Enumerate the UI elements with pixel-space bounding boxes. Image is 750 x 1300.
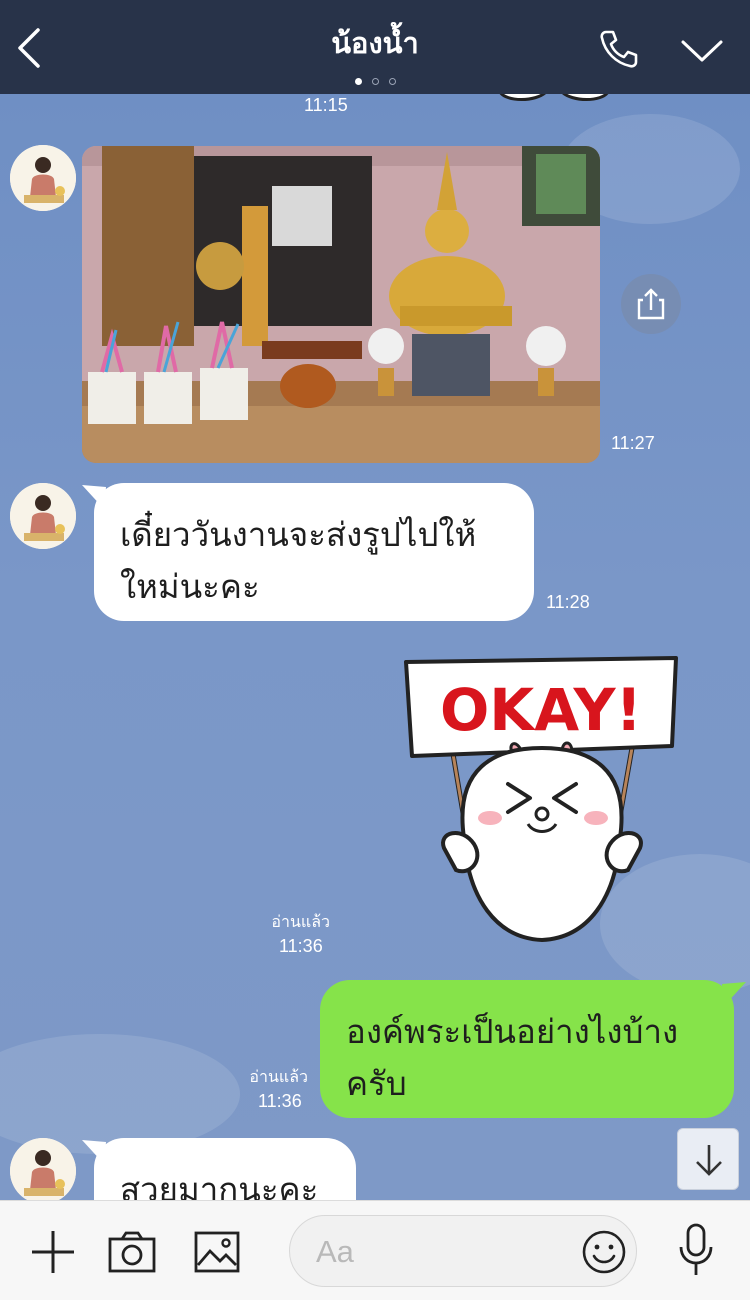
bubble-tail (722, 982, 746, 1006)
incoming-message[interactable]: เดี๋ยววันงานจะส่งรูปไปให้ ใหม่นะคะ (94, 483, 534, 621)
message-line: ใหม่นะคะ (120, 567, 260, 606)
message-line: ครับ (346, 1064, 407, 1103)
message-time: 11:36 (258, 1091, 302, 1111)
avatar-image (10, 145, 76, 211)
message-line: สวยมากนะคะ (120, 1170, 319, 1200)
emoji-icon[interactable] (580, 1228, 628, 1276)
share-button[interactable] (621, 274, 681, 334)
outgoing-message[interactable]: องค์พระเป็นอย่างไงบ้าง ครับ (320, 980, 734, 1118)
message-time: 11:27 (611, 433, 655, 453)
incoming-message[interactable]: สวยมากนะคะ (94, 1138, 356, 1200)
chat-area[interactable]: 11:15 11:27 เดี๋ยววันงานจะส่งรูปไปให้ ให… (0, 94, 750, 1200)
contact-avatar[interactable] (10, 1138, 76, 1200)
contact-avatar[interactable] (10, 145, 76, 211)
image-icon[interactable] (194, 1231, 240, 1273)
avatar-image (10, 483, 76, 549)
message-line: เดี๋ยววันงานจะส่งรูปไปให้ (120, 515, 477, 554)
avatar-image (10, 1138, 76, 1200)
read-receipt: อ่านแล้ว (271, 912, 330, 931)
message-text-field[interactable] (316, 1230, 566, 1274)
sticker-sign-text: OKAY! (440, 676, 642, 744)
page-indicator (0, 70, 750, 89)
background-cloud (0, 1034, 240, 1154)
page-dot-3 (388, 78, 396, 85)
share-icon (637, 288, 665, 320)
contact-avatar[interactable] (10, 483, 76, 549)
chevron-down-icon[interactable] (680, 36, 724, 66)
read-receipt: อ่านแล้ว (249, 1067, 308, 1086)
message-input[interactable] (289, 1215, 637, 1287)
message-time: 11:15 (304, 95, 348, 115)
message-time: 11:36 (279, 936, 323, 956)
message-input-bar (0, 1200, 750, 1300)
phone-icon[interactable] (598, 28, 640, 70)
camera-icon[interactable] (108, 1231, 156, 1273)
photo-image (82, 146, 600, 463)
sticker-fragment (499, 94, 609, 101)
scroll-to-bottom-button[interactable] (677, 1128, 739, 1190)
photo-message[interactable] (82, 146, 600, 463)
okay-sticker[interactable]: OKAY! (404, 654, 680, 954)
page-dot-2 (371, 78, 379, 85)
arrow-down-icon (696, 1145, 722, 1176)
microphone-icon[interactable] (678, 1223, 714, 1277)
message-line: องค์พระเป็นอย่างไงบ้าง (346, 1012, 679, 1051)
plus-icon[interactable] (30, 1229, 76, 1275)
page-dot-1 (354, 78, 362, 85)
message-time: 11:28 (546, 592, 590, 612)
chat-header: น้องน้ำ (0, 0, 750, 94)
